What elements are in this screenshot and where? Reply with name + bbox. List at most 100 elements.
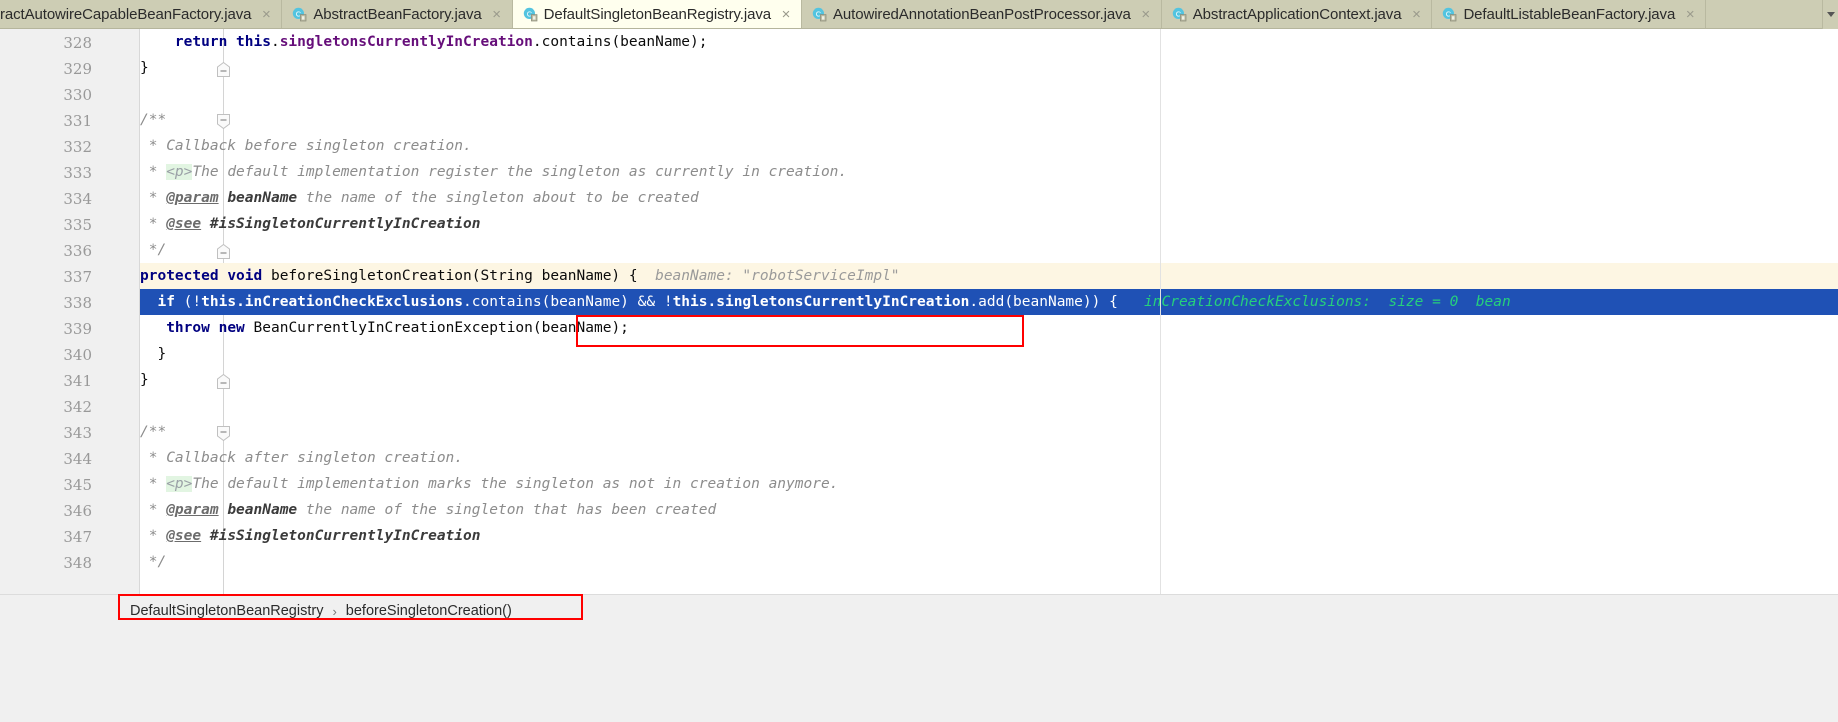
keyword-new: new [218,320,245,336]
code-line-335[interactable]: * @see #isSingletonCurrentlyInCreation [140,211,1838,237]
line-number[interactable]: 342 [0,394,92,420]
javadoc-param-name: beanName [227,190,298,206]
code-line-339[interactable]: throw new BeanCurrentlyInCreationExcepti… [140,315,1838,341]
tab-close-icon[interactable]: × [780,7,792,22]
line-number[interactable]: 330 [0,82,92,108]
code-line-328[interactable]: return this.singletonsCurrentlyInCreatio… [140,29,1838,55]
line-number[interactable]: 344 [0,446,92,472]
tab-close-icon[interactable]: × [1684,7,1696,22]
line-number[interactable]: 343 [0,420,92,446]
editor-tab-5[interactable]: C DefaultListableBeanFactory.java × [1432,0,1707,28]
keyword-throw: throw [166,320,210,336]
line-number[interactable]: 339 [0,316,92,342]
keyword-this: this [672,294,708,310]
line-number[interactable]: 335 [0,212,92,238]
ide-window: ractAutowireCapableBeanFactory.java × C Abs… [0,0,1838,722]
text-caret [1019,321,1021,342]
code-line-334[interactable]: * @param beanName the name of the single… [140,185,1838,211]
javadoc-tag-see: @see [166,216,202,232]
code-folding-gutter[interactable] [104,29,230,594]
line-number[interactable]: 336 [0,238,92,264]
javadoc-text: The default implementation marks the sin… [192,476,839,492]
code-line-338[interactable]: if (!this.inCreationCheckExclusions.cont… [140,289,1838,315]
line-number[interactable]: 340 [0,342,92,368]
code-line-344[interactable]: * Callback after singleton creation. [140,445,1838,471]
editor-tab-0[interactable]: ractAutowireCapableBeanFactory.java × [0,0,283,28]
line-number[interactable]: 333 [0,160,92,186]
line-number-gutter[interactable]: 328 329 330 331 332 333 334 335 336 337 338 339 340 3… [0,29,104,594]
code-line-348[interactable]: */ [140,549,1838,575]
tab-close-icon[interactable]: × [260,7,272,22]
editor-tab-bar[interactable]: ractAutowireCapableBeanFactory.java × C Abs… [0,0,1838,29]
closing-brace: } [140,372,149,388]
line-number[interactable]: 341 [0,368,92,394]
line-number[interactable]: 338 [0,290,92,316]
javadoc-close: */ [148,554,167,570]
javadoc-see-target: #isSingletonCurrentlyInCreation [209,528,481,544]
editor-tab-4[interactable]: C AbstractApplicationContext.java × [1161,0,1433,28]
code-line-332[interactable]: * Callback before singleton creation. [140,133,1838,159]
line-number[interactable]: 331 [0,108,92,134]
javadoc-text: * Callback after singleton creation. [148,450,464,466]
line-number[interactable]: 332 [0,134,92,160]
breadcrumb-item-0[interactable]: DefaultSingletonBeanRegistry [130,603,323,619]
code-line-340[interactable]: } [140,341,1838,367]
code-line-337[interactable]: protected void beforeSingletonCreation(S… [140,263,1838,289]
line-number[interactable]: 334 [0,186,92,212]
line-number[interactable]: 328 [0,30,92,56]
javadoc-open: /** [140,112,167,128]
code-content[interactable]: return this.singletonsCurrentlyInCreatio… [140,29,1838,594]
line-number[interactable]: 346 [0,498,92,524]
tab-overflow-button[interactable] [1822,0,1838,29]
line-number[interactable]: 347 [0,524,92,550]
code-line-336[interactable]: */ [140,237,1838,263]
javadoc-see-target: #isSingletonCurrentlyInCreation [209,216,481,232]
closing-brace: } [140,60,149,76]
keyword-if: if [157,294,175,310]
code-line-329[interactable]: } [140,55,1838,81]
tab-close-icon[interactable]: × [491,7,503,22]
code-line-343[interactable]: /** [140,419,1838,445]
editor-tab-2[interactable]: C DefaultSingletonBeanRegistry.java × [512,0,802,28]
breadcrumb[interactable]: DefaultSingletonBeanRegistry › beforeSingl… [122,601,520,622]
editor-tab-label: AbstractApplicationContext.java [1192,6,1402,23]
code-line-333[interactable]: * <p>The default implementation register… [140,159,1838,185]
tab-close-icon[interactable]: × [1410,7,1422,22]
line-number[interactable]: 329 [0,56,92,82]
line-number[interactable]: 337 [0,264,92,290]
code-line-347[interactable]: * @see #isSingletonCurrentlyInCreation [140,523,1838,549]
editor-tab-label: DefaultListableBeanFactory.java [1463,6,1676,23]
javadoc-html-tag: <p> [166,164,193,180]
line-number[interactable]: 345 [0,472,92,498]
breadcrumb-bar: DefaultSingletonBeanRegistry › beforeSingl… [0,594,1838,722]
code-editor[interactable]: 328 329 330 331 332 333 334 335 336 337 338 339 340 3… [0,29,1838,594]
editor-tab-3[interactable]: C AutowiredAnnotationBeanPostProcessor.ja… [802,0,1162,28]
code-line-345[interactable]: * <p>The default implementation marks th… [140,471,1838,497]
line-number[interactable]: 348 [0,550,92,576]
editor-tab-1[interactable]: C AbstractBeanFactory.java × [282,0,513,28]
breadcrumb-item-1[interactable]: beforeSingletonCreation() [346,603,512,619]
code-line-346[interactable]: * @param beanName the name of the single… [140,497,1838,523]
tab-close-icon[interactable]: × [1140,7,1152,22]
keyword-this: this [201,294,237,310]
code-line-331[interactable]: /** [140,107,1838,133]
editor-tab-label: AutowiredAnnotationBeanPostProcessor.jav… [833,6,1131,23]
code-line-341[interactable]: } [140,367,1838,393]
